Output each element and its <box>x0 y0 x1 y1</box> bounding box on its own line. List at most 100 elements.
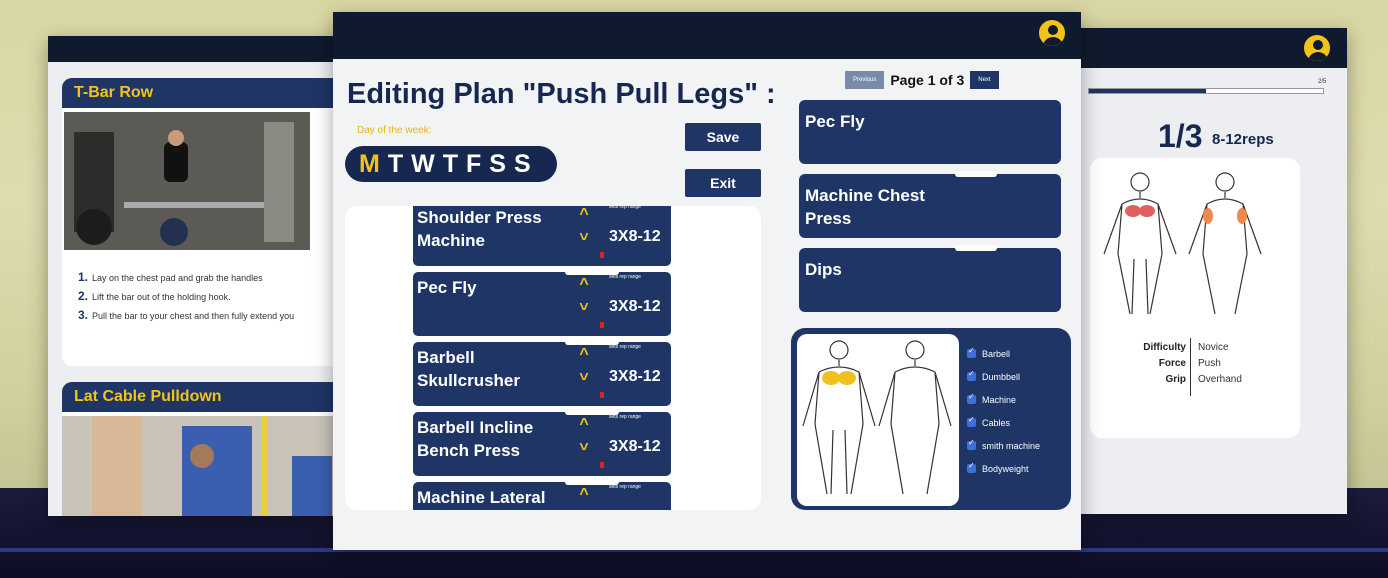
plan-exercise-row[interactable]: Machine Lateral ^ sets rep range 3X8-12 <box>413 479 671 510</box>
sets-reps[interactable]: 3X8-12 <box>609 368 661 386</box>
top-bar <box>48 36 340 62</box>
top-bar <box>333 12 1081 59</box>
exercise-guide-screen: T-Bar Row 1. Lay on the chest pad and gra… <box>48 36 340 516</box>
step-item: 3. Pull the bar to your chest and then fu… <box>78 308 295 322</box>
checkbox-icon[interactable] <box>967 392 976 404</box>
checkbox-icon[interactable] <box>967 346 976 358</box>
exercise-name: Barbell Skullcrusher <box>417 348 520 390</box>
step-item: 1. Lay on the chest pad and grab the hand… <box>78 270 263 284</box>
workout-progress-bar <box>1088 88 1324 94</box>
column-header: sets rep range <box>609 484 641 490</box>
chevron-down-icon[interactable]: ^ <box>575 294 593 312</box>
progress-fill <box>1089 89 1206 93</box>
info-values: Novice Push Overhand <box>1198 342 1242 385</box>
filter-option[interactable]: Cables <box>967 411 1040 434</box>
filter-option[interactable]: Barbell <box>967 342 1040 365</box>
plan-exercise-row[interactable]: Shoulder Press Machine ^ ^ sets rep rang… <box>413 206 671 266</box>
delete-marker[interactable] <box>600 322 604 328</box>
day-button[interactable]: S <box>489 150 507 179</box>
next-button[interactable]: Next <box>970 71 999 89</box>
plan-exercise-row[interactable]: Barbell Incline Bench Press ^ ^ sets rep… <box>413 409 671 476</box>
column-header: sets rep range <box>609 206 641 210</box>
exercise-photo <box>64 112 310 250</box>
muscle-selector-diagram[interactable] <box>797 334 959 506</box>
day-button[interactable]: T <box>443 150 459 179</box>
set-counter: 1/3 <box>1158 118 1203 154</box>
checkbox-icon[interactable] <box>967 369 976 381</box>
day-selector: M T W T F S S <box>345 146 557 182</box>
exercise-card[interactable]: Lat Cable Pulldown <box>62 382 340 516</box>
available-exercise-card[interactable]: Pec Fly <box>799 100 1061 164</box>
plan-exercise-row[interactable]: Pec Fly ^ ^ sets rep range 3X8-12 <box>413 269 671 336</box>
pager: Previous Page 1 of 3 Next <box>845 71 999 89</box>
exercise-name: Machine Lateral <box>417 488 546 507</box>
day-of-week-label: Day of the week: <box>357 125 432 136</box>
column-header: sets rep range <box>609 344 641 350</box>
page-title: Editing Plan "Push Pull Legs" : <box>347 78 776 110</box>
page-indicator: Page 1 of 3 <box>890 72 965 88</box>
exercise-name: Shoulder Press Machine <box>417 208 542 250</box>
filter-option[interactable]: Machine <box>967 388 1040 411</box>
day-button[interactable]: W <box>411 150 436 179</box>
exercise-name: Pec Fly <box>417 278 477 297</box>
delete-marker[interactable] <box>600 462 604 468</box>
exercise-name: Barbell Incline Bench Press <box>417 418 534 460</box>
reps-text: 8-12reps <box>1212 131 1274 148</box>
sets-reps[interactable]: 3X8-12 <box>609 508 661 510</box>
checkbox-icon[interactable] <box>967 415 976 427</box>
exercise-card[interactable]: T-Bar Row 1. Lay on the chest pad and gra… <box>62 78 340 366</box>
body-diagram <box>802 340 952 495</box>
sets-reps[interactable]: 3X8-12 <box>609 298 661 316</box>
day-button[interactable]: S <box>514 150 532 179</box>
steps-list: 1. Lay on the chest pad and grab the hand… <box>78 268 294 325</box>
chevron-up-icon[interactable]: ^ <box>575 416 593 434</box>
day-button[interactable]: T <box>388 150 404 179</box>
plan-exercise-row[interactable]: Barbell Skullcrusher ^ ^ sets rep range … <box>413 339 671 406</box>
equipment-filters: Barbell Dumbbell Machine Cables smith ma… <box>967 342 1040 480</box>
exercise-title: Lat Cable Pulldown <box>62 382 340 412</box>
exercise-name: Machine Chest Press <box>805 186 925 228</box>
user-avatar-icon[interactable] <box>1302 33 1332 63</box>
filter-option[interactable]: Dumbbell <box>967 365 1040 388</box>
save-button[interactable]: Save <box>685 123 761 151</box>
step-item: 2. Lift the bar out of the holding hook. <box>78 289 231 303</box>
user-avatar-icon[interactable] <box>1037 18 1067 48</box>
exercise-photo <box>62 416 340 516</box>
gym-photo-illustration <box>64 112 310 250</box>
sets-reps[interactable]: 3X8-12 <box>609 228 661 246</box>
day-button[interactable]: F <box>466 150 482 179</box>
exit-button[interactable]: Exit <box>685 169 761 197</box>
chevron-up-icon[interactable]: ^ <box>575 206 593 224</box>
previous-button[interactable]: Previous <box>845 71 885 89</box>
chevron-down-icon[interactable]: ^ <box>575 224 593 242</box>
checkbox-icon[interactable] <box>967 438 976 450</box>
info-divider <box>1190 338 1191 396</box>
delete-marker[interactable] <box>600 252 604 258</box>
chevron-up-icon[interactable]: ^ <box>575 346 593 364</box>
checkbox-icon[interactable] <box>967 461 976 473</box>
chevron-down-icon[interactable]: ^ <box>575 434 593 452</box>
exercise-info-panel <box>1090 158 1300 438</box>
gym-photo-illustration <box>62 416 340 516</box>
plan-exercise-list[interactable]: Shoulder Press Machine ^ ^ sets rep rang… <box>345 206 761 510</box>
plan-editor-screen: Editing Plan "Push Pull Legs" : Day of t… <box>333 12 1081 550</box>
info-labels: Difficulty Force Grip <box>1143 342 1186 385</box>
available-exercise-card[interactable]: Dips <box>799 245 1061 312</box>
day-button[interactable]: M <box>359 150 381 179</box>
column-header: sets rep range <box>609 274 641 280</box>
available-exercise-card[interactable]: Machine Chest Press <box>799 171 1061 238</box>
filter-option[interactable]: smith machine <box>967 434 1040 457</box>
delete-marker[interactable] <box>600 392 604 398</box>
column-header: sets rep range <box>609 414 641 420</box>
muscle-filter-panel: Barbell Dumbbell Machine Cables smith ma… <box>791 328 1071 510</box>
filter-option[interactable]: Bodyweight <box>967 457 1040 480</box>
exercise-name: Pec Fly <box>805 112 865 131</box>
chevron-down-icon[interactable]: ^ <box>575 364 593 382</box>
chevron-up-icon[interactable]: ^ <box>575 486 593 504</box>
exercise-title: T-Bar Row <box>62 78 340 108</box>
sets-reps[interactable]: 3X8-12 <box>609 438 661 456</box>
progress-text: 2/5 <box>1318 79 1327 85</box>
exercise-name: Dips <box>805 260 842 279</box>
chevron-up-icon[interactable]: ^ <box>575 276 593 294</box>
workout-session-screen: 2/5 1/3 8-12reps Difficulty Force Grip N… <box>1078 28 1347 514</box>
